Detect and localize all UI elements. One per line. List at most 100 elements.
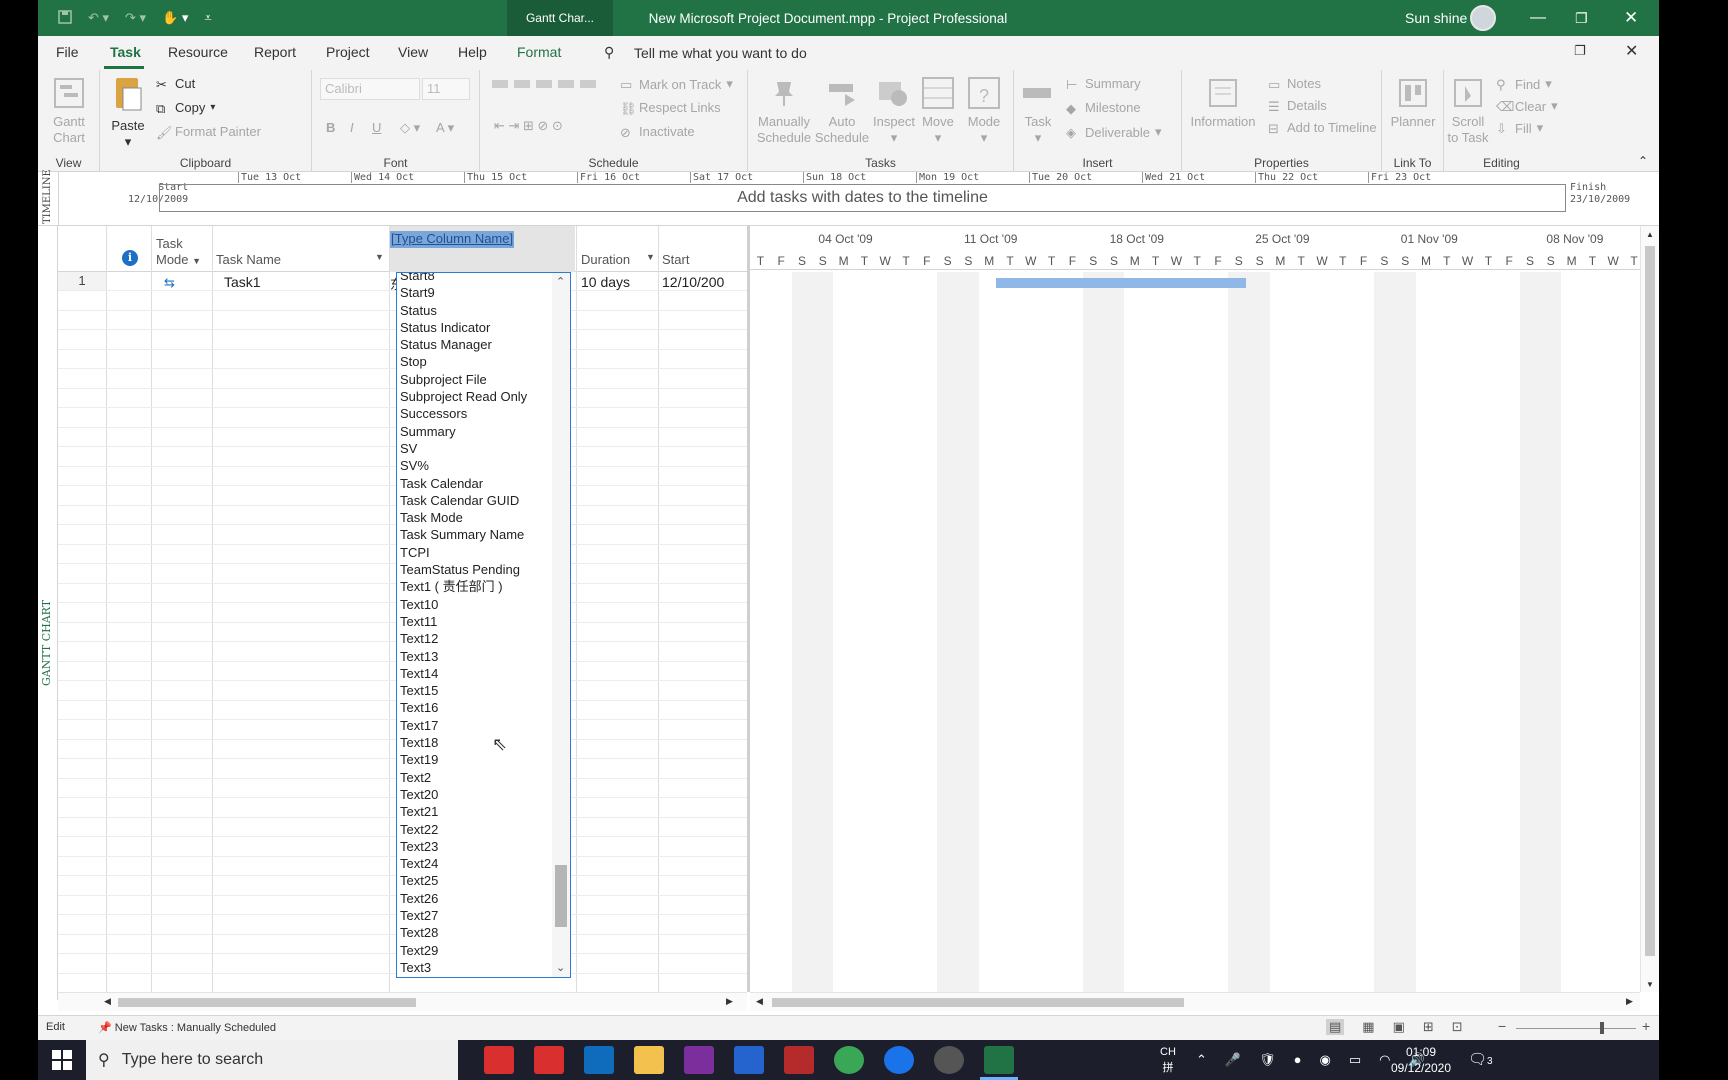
- report-view-icon[interactable]: ⊡: [1452, 1019, 1463, 1035]
- notes-button[interactable]: ▭ Notes: [1268, 76, 1321, 92]
- ime-indicator[interactable]: CH 拼: [1160, 1044, 1176, 1076]
- auto-schedule-button[interactable]: Auto Schedule: [814, 76, 870, 146]
- field-option[interactable]: Text17: [397, 717, 552, 734]
- mode-button[interactable]: ? Mode ▾: [962, 76, 1006, 146]
- field-option[interactable]: Stop: [397, 353, 552, 370]
- field-option[interactable]: Text29: [397, 942, 552, 959]
- minimize-icon[interactable]: —: [1530, 0, 1546, 36]
- row-id[interactable]: 1: [58, 272, 106, 290]
- field-option[interactable]: Text25: [397, 872, 552, 889]
- field-option[interactable]: Task Mode: [397, 509, 552, 526]
- zoom-slider[interactable]: [1516, 1028, 1636, 1029]
- format-painter-button[interactable]: 🖌 Format Painter: [156, 124, 261, 140]
- field-option[interactable]: Text12: [397, 630, 552, 647]
- sheet-hscroll-thumb[interactable]: [118, 998, 416, 1007]
- field-option[interactable]: TCPI: [397, 544, 552, 561]
- tab-report[interactable]: Report: [254, 44, 296, 60]
- chevron-up-icon[interactable]: ⌃: [1196, 1052, 1207, 1068]
- collapse-ribbon-icon[interactable]: ⌃: [1638, 154, 1648, 168]
- details-button[interactable]: ☰ Details: [1268, 98, 1327, 114]
- scroll-thumb[interactable]: [1645, 246, 1655, 956]
- scroll-to-task-button[interactable]: Scroll to Task: [1444, 76, 1492, 146]
- tab-view[interactable]: View: [398, 44, 428, 60]
- dropdown-scroll-up-icon[interactable]: ⌃: [556, 275, 565, 288]
- field-option[interactable]: Task Calendar: [397, 475, 552, 492]
- scroll-right-icon[interactable]: ▶: [726, 996, 733, 1007]
- column-name-input[interactable]: [Type Column Name]: [390, 231, 515, 248]
- manually-schedule-button[interactable]: Manually Schedule: [754, 76, 814, 146]
- redo-icon[interactable]: ↷ ▾: [125, 10, 146, 26]
- inspect-button[interactable]: Inspect ▾: [872, 76, 916, 146]
- zoom-out-icon[interactable]: −: [1498, 1018, 1506, 1034]
- field-option[interactable]: Text2: [397, 769, 552, 786]
- notifications-icon[interactable]: 🗨3: [1468, 1050, 1493, 1068]
- field-option[interactable]: Subproject File: [397, 371, 552, 388]
- add-to-timeline-button[interactable]: ⊟ Add to Timeline: [1268, 120, 1377, 136]
- clock[interactable]: 01:09 09/12/2020: [1386, 1044, 1456, 1076]
- tab-resource[interactable]: Resource: [168, 44, 228, 60]
- paste-button[interactable]: Paste ▾: [106, 74, 150, 150]
- document-close-icon[interactable]: ✕: [1625, 41, 1638, 61]
- zoom-in-icon[interactable]: +: [1642, 1018, 1650, 1034]
- field-option[interactable]: Status: [397, 302, 552, 319]
- deliverable-button[interactable]: ◈ Deliverable ▾: [1066, 124, 1162, 140]
- mic-icon[interactable]: 🎤: [1225, 1052, 1241, 1068]
- app-tray-icon[interactable]: ●: [1294, 1052, 1302, 1068]
- find-button[interactable]: ⚲ Find ▾: [1496, 76, 1552, 92]
- app-icon-9[interactable]: [884, 1046, 914, 1074]
- field-option[interactable]: Summary: [397, 423, 552, 440]
- field-option[interactable]: Status Manager: [397, 336, 552, 353]
- field-option[interactable]: Text20: [397, 786, 552, 803]
- task-name-filter-icon[interactable]: ▼: [375, 252, 384, 262]
- summary-button[interactable]: ⊢ Summary: [1066, 76, 1141, 92]
- field-option[interactable]: TeamStatus Pending: [397, 561, 552, 578]
- task-name-cell[interactable]: Task1: [224, 274, 261, 290]
- field-option[interactable]: SV: [397, 440, 552, 457]
- task-mode-icon[interactable]: ⇆: [164, 275, 175, 291]
- sheet-hscrollbar[interactable]: ◀ ▶: [58, 992, 747, 1011]
- clear-button[interactable]: ⌫ Clear ▾: [1496, 98, 1558, 114]
- dropdown-scroll-thumb[interactable]: [555, 865, 567, 927]
- indent-buttons[interactable]: ⇤ ⇥ ⊞ ⊘ ⊙: [494, 118, 563, 134]
- font-size-select[interactable]: 11: [422, 78, 470, 100]
- field-option[interactable]: Subproject Read Only: [397, 388, 552, 405]
- header-task-name[interactable]: Task Name: [216, 252, 281, 267]
- file-explorer-icon[interactable]: [634, 1046, 664, 1074]
- field-option[interactable]: Task Calendar GUID: [397, 492, 552, 509]
- search-icon[interactable]: ⚲: [604, 44, 614, 61]
- field-option[interactable]: Status Indicator: [397, 319, 552, 336]
- inactivate-button[interactable]: ⊘ Inactivate: [620, 124, 695, 140]
- gantt-chart[interactable]: 04 Oct '09 11 Oct '09 18 Oct '09 25 Oct '09…: [750, 226, 1640, 992]
- font-name-select[interactable]: Calibri: [320, 78, 420, 100]
- timeline-bar[interactable]: Add tasks with dates to the timeline: [159, 184, 1566, 212]
- scroll-left-icon[interactable]: ◀: [104, 996, 111, 1007]
- copy-button[interactable]: ⧉ Copy ▾: [156, 100, 215, 116]
- zoom-thumb[interactable]: [1600, 1022, 1604, 1034]
- new-tasks-mode[interactable]: 📌 New Tasks : Manually Scheduled: [98, 1021, 276, 1034]
- save-icon[interactable]: [58, 9, 72, 27]
- percent-complete-buttons[interactable]: [492, 80, 596, 88]
- tab-format[interactable]: Format: [517, 44, 561, 60]
- tab-task[interactable]: Task: [110, 44, 141, 60]
- field-option[interactable]: Text24: [397, 855, 552, 872]
- field-option[interactable]: Text23: [397, 838, 552, 855]
- field-option[interactable]: Text10: [397, 596, 552, 613]
- field-name-dropdown[interactable]: Start8 Start9 Status Status Indicator Status…: [396, 272, 571, 978]
- gantt-chart-button[interactable]: Gantt Chart: [46, 76, 92, 146]
- field-option[interactable]: Text26: [397, 890, 552, 907]
- field-option[interactable]: Start8: [397, 273, 552, 284]
- resource-sheet-icon[interactable]: ⊞: [1423, 1019, 1434, 1035]
- field-option[interactable]: SV%: [397, 457, 552, 474]
- dropdown-scrollbar[interactable]: ⌃ ⌄: [552, 273, 570, 977]
- field-option[interactable]: Text16: [397, 699, 552, 716]
- fill-color-icon[interactable]: ◇ ▾: [400, 120, 420, 136]
- scroll-up-icon[interactable]: ▲: [1646, 230, 1654, 239]
- scroll-down-icon[interactable]: ▼: [1646, 980, 1654, 989]
- close-icon[interactable]: ✕: [1624, 0, 1638, 36]
- chrome-icon[interactable]: [834, 1046, 864, 1074]
- field-option[interactable]: Text27: [397, 907, 552, 924]
- app-icon-2[interactable]: [534, 1046, 564, 1074]
- field-option[interactable]: Text22: [397, 821, 552, 838]
- milestone-button[interactable]: ◆ Milestone: [1066, 100, 1141, 116]
- touch-mode-icon[interactable]: ✋ ▾: [162, 10, 188, 26]
